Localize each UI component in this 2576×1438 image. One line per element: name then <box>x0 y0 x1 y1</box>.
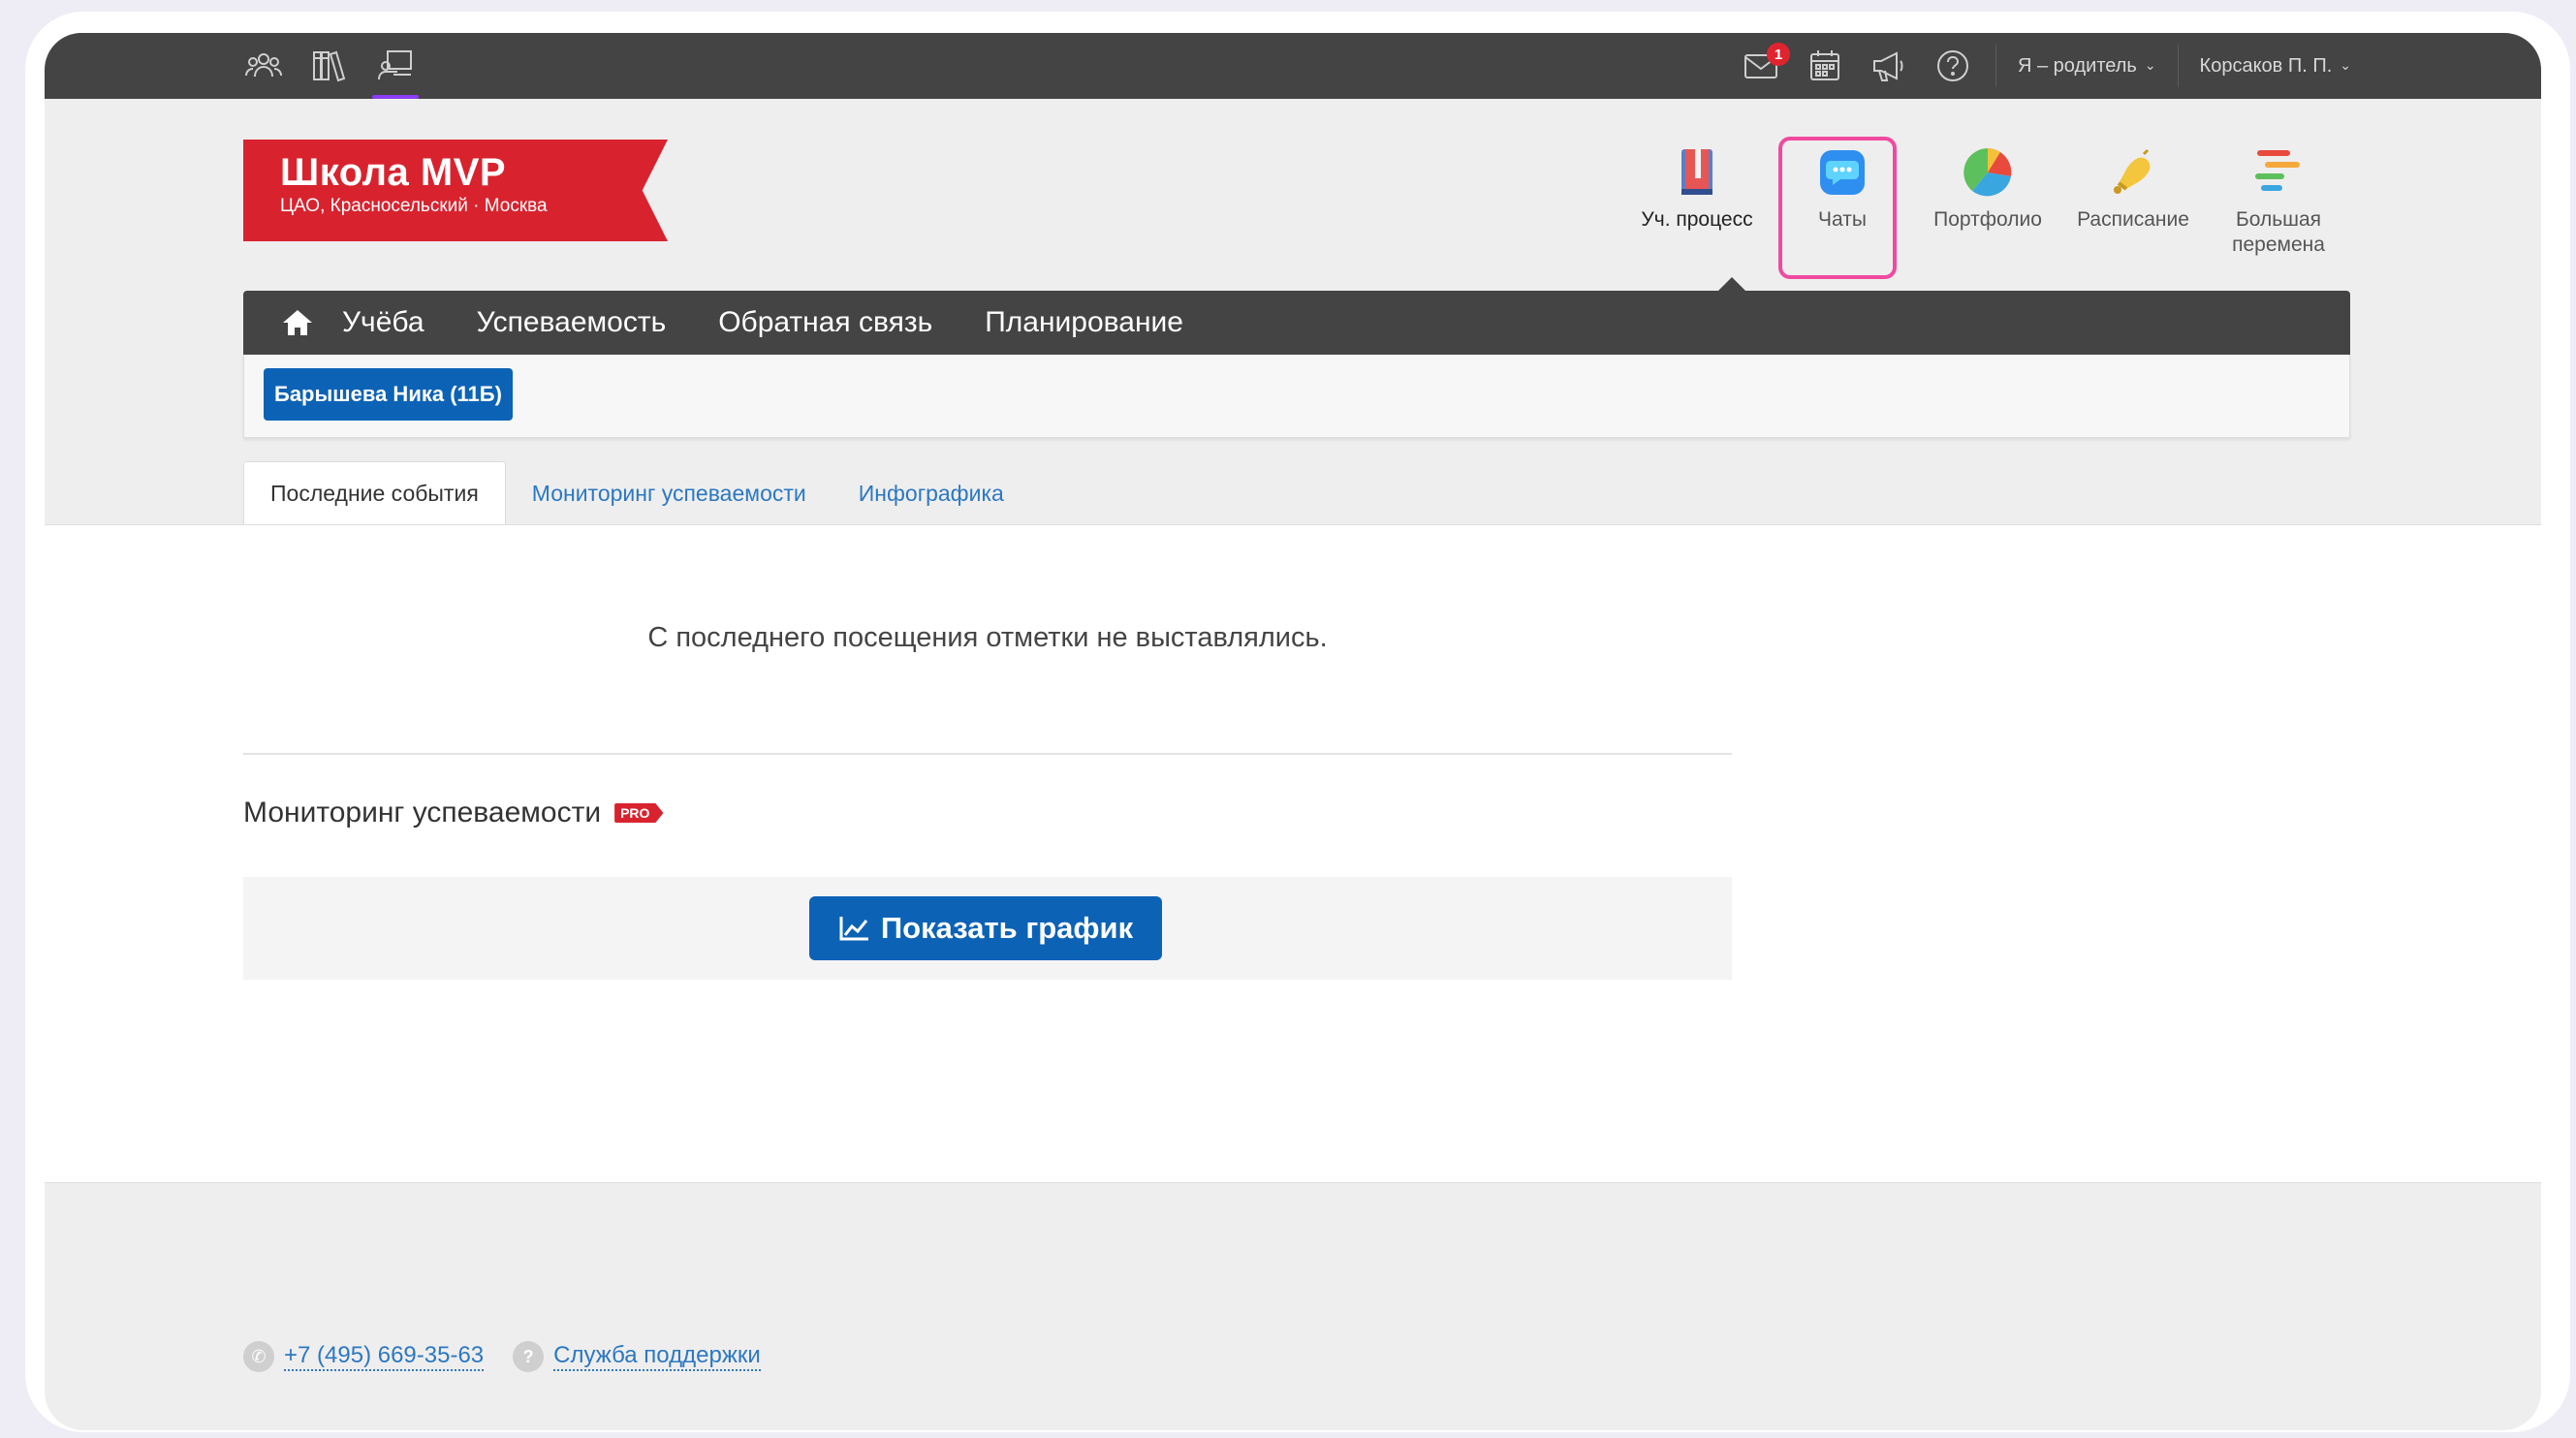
support-link[interactable]: Служба поддержки <box>553 1342 761 1371</box>
topbar-separator <box>2177 45 2179 87</box>
megaphone-icon[interactable] <box>1868 45 1910 87</box>
user-label: Корсаков П. П. <box>2199 54 2333 77</box>
tab-monitoring[interactable]: Мониторинг успеваемости <box>506 461 832 525</box>
app-portfolio[interactable]: Портфолио <box>1915 143 2060 258</box>
main-content: С последнего посещения отметки не выстав… <box>45 524 2541 1183</box>
section-divider <box>243 753 1732 755</box>
app-uch-process[interactable]: Уч. процесс <box>1624 143 1770 258</box>
school-location: ЦАО, Красносельский · Москва <box>280 196 548 216</box>
pie-chart-icon <box>1959 143 2017 202</box>
chat-icon <box>1813 143 1871 202</box>
app-label: Чаты <box>1818 208 1867 231</box>
role-label: Я – родитель <box>2018 54 2137 77</box>
book-icon <box>1668 143 1726 202</box>
monitoring-title: Мониторинг успеваемости <box>243 797 602 828</box>
phone-link[interactable]: +7 (495) 669-35-63 <box>284 1342 485 1371</box>
top-right-icons: 1 Я – родитель ⌄ Корсаков П. П. ⌄ <box>1740 33 2351 99</box>
tab-infographics[interactable]: Инфографика <box>832 461 1030 525</box>
footer: ✆ +7 (495) 669-35-63 ? Служба поддержки <box>243 1341 761 1372</box>
app-window: 1 Я – родитель ⌄ Корсаков П. П. ⌄ Школа … <box>45 33 2541 1430</box>
monitoring-heading: Мониторинг успеваемости PRO <box>243 797 664 829</box>
library-icon[interactable] <box>308 45 351 87</box>
app-label: Портфолио <box>1933 208 2042 231</box>
home-icon[interactable] <box>278 303 317 342</box>
app-label: Расписание <box>2077 208 2189 231</box>
app-label: Уч. процесс <box>1641 208 1753 231</box>
phone-icon: ✆ <box>243 1341 274 1372</box>
student-bar: Барышева Ника (11Б) <box>243 355 2350 438</box>
show-graph-label: Показать график <box>880 911 1134 945</box>
main-nav: Учёба Успеваемость Обратная связь Планир… <box>243 291 2350 355</box>
school-name: Школа MVP <box>280 151 507 194</box>
question-icon: ? <box>513 1341 545 1372</box>
school-banner[interactable]: Школа MVP ЦАО, Красносельский · Москва <box>243 140 668 241</box>
topbar-separator <box>1995 45 1996 87</box>
calendar-icon[interactable] <box>1804 45 1846 87</box>
help-icon[interactable] <box>1932 45 1974 87</box>
app-schedule[interactable]: Расписание <box>2060 143 2206 258</box>
nav-uspevaemost[interactable]: Успеваемость <box>477 306 667 339</box>
user-dropdown[interactable]: Корсаков П. П. ⌄ <box>2200 55 2351 78</box>
nav-feedback[interactable]: Обратная связь <box>718 306 932 339</box>
top-left-icons <box>242 33 419 99</box>
nav-ucheba[interactable]: Учёба <box>342 306 424 339</box>
active-app-pointer <box>1718 277 1745 291</box>
top-bar: 1 Я – родитель ⌄ Корсаков П. П. ⌄ <box>45 33 2541 99</box>
bell-icon <box>2104 143 2162 202</box>
role-dropdown[interactable]: Я – родитель ⌄ <box>2018 55 2156 78</box>
people-icon[interactable] <box>242 45 285 87</box>
app-label: Большая перемена <box>2232 208 2325 256</box>
app-launcher: Уч. процесс Чаты Портфолио Расписание Бо… <box>1624 137 2351 279</box>
chevron-down-icon: ⌄ <box>2340 56 2351 73</box>
no-marks-message: С последнего посещения отметки не выстав… <box>647 622 1328 653</box>
line-chart-icon <box>839 917 868 941</box>
mail-icon[interactable]: 1 <box>1740 43 1790 87</box>
show-graph-button[interactable]: Показать график <box>809 896 1162 960</box>
app-big-break[interactable]: Большая перемена <box>2206 143 2351 258</box>
tab-recent-events[interactable]: Последние события <box>243 461 506 525</box>
classroom-icon[interactable] <box>372 45 419 99</box>
student-selector-button[interactable]: Барышева Ника (11Б) <box>264 368 513 421</box>
nav-planning[interactable]: Планирование <box>985 306 1183 339</box>
graph-panel: Показать график <box>243 877 1732 980</box>
app-chats[interactable]: Чаты <box>1770 137 1915 279</box>
tabs: Последние события Мониторинг успеваемост… <box>243 461 1030 525</box>
pro-badge: PRO <box>614 803 664 823</box>
mail-badge: 1 <box>1767 43 1790 66</box>
chevron-down-icon: ⌄ <box>2144 56 2156 73</box>
bars-icon <box>2249 143 2308 202</box>
